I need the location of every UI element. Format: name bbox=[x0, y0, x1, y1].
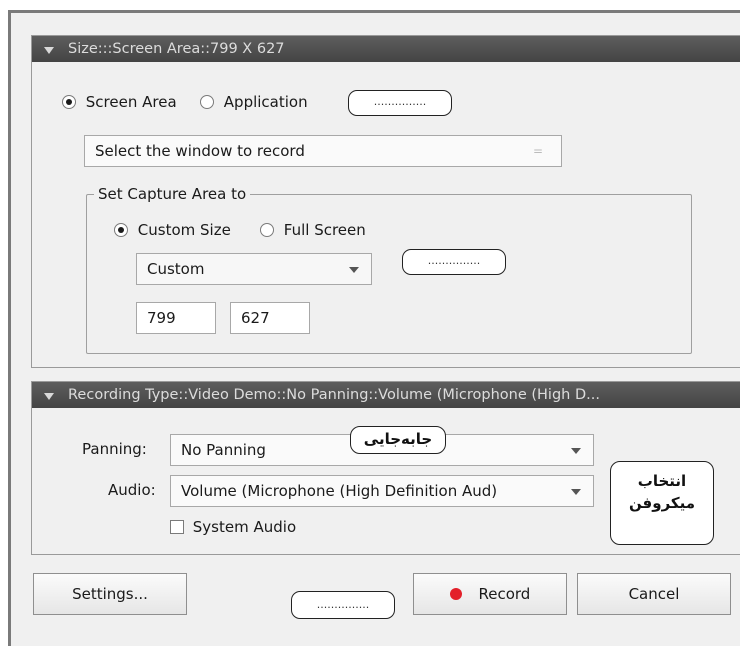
system-audio-checkbox[interactable]: System Audio bbox=[170, 518, 296, 536]
radio-unchecked-icon[interactable] bbox=[200, 95, 214, 109]
system-audio-label: System Audio bbox=[192, 518, 297, 536]
mic-note-line2: میکروفن bbox=[628, 494, 696, 512]
audio-select-value: Volume (Microphone (High Definition Aud) bbox=[181, 482, 498, 500]
record-dot-icon bbox=[449, 588, 462, 600]
radio-custom-size[interactable]: Custom Size bbox=[114, 221, 231, 239]
size-panel-title: Size:::Screen Area::799 X 627 bbox=[68, 41, 285, 57]
size-panel-header[interactable]: Size:::Screen Area::799 X 627 bbox=[32, 36, 740, 62]
audio-label: Audio: bbox=[108, 481, 156, 499]
chevron-down-icon[interactable] bbox=[571, 489, 581, 495]
annotation-placeholder-3: ............... bbox=[291, 591, 395, 619]
recording-panel-title: Recording Type::Video Demo::No Panning::… bbox=[68, 387, 600, 403]
microphone-annotation: انتخاب میکروفن bbox=[610, 461, 714, 545]
settings-button[interactable]: Settings... bbox=[33, 573, 187, 615]
radio-checked-icon[interactable] bbox=[114, 223, 128, 237]
collapse-triangle-icon[interactable] bbox=[44, 393, 54, 400]
radio-screen-area[interactable]: Screen Area bbox=[62, 93, 177, 111]
width-input[interactable]: 799 bbox=[136, 302, 216, 334]
radio-full-screen-label: Full Screen bbox=[283, 221, 366, 239]
recording-panel: Recording Type::Video Demo::No Panning::… bbox=[31, 381, 740, 555]
recording-panel-header[interactable]: Recording Type::Video Demo::No Panning::… bbox=[32, 382, 740, 408]
window-select-dropdown-icon[interactable]: = bbox=[533, 145, 547, 157]
record-button[interactable]: Record bbox=[413, 573, 567, 615]
size-preset-select[interactable]: Custom bbox=[136, 253, 372, 285]
radio-application-label: Application bbox=[223, 93, 308, 111]
chevron-down-icon[interactable] bbox=[571, 448, 581, 454]
window-select[interactable]: Select the window to record = bbox=[84, 135, 562, 167]
radio-checked-icon[interactable] bbox=[62, 95, 76, 109]
checkbox-unchecked-icon[interactable] bbox=[170, 520, 184, 534]
radio-unchecked-icon[interactable] bbox=[260, 223, 274, 237]
chevron-down-icon[interactable] bbox=[349, 267, 359, 273]
record-label: Record bbox=[478, 585, 531, 603]
capture-area-legend: Set Capture Area to bbox=[94, 185, 251, 203]
recording-dialog: Size:::Screen Area::799 X 627 Screen Are… bbox=[8, 10, 740, 646]
panning-label: Panning: bbox=[82, 440, 147, 458]
annotation-placeholder-2: ............... bbox=[402, 249, 506, 275]
mic-note-line1: انتخاب bbox=[637, 472, 687, 490]
panning-annotation: جابه‌جایی bbox=[350, 426, 446, 454]
collapse-triangle-icon[interactable] bbox=[44, 47, 54, 54]
panning-select-value: No Panning bbox=[181, 441, 266, 459]
audio-select[interactable]: Volume (Microphone (High Definition Aud) bbox=[170, 475, 594, 507]
radio-full-screen[interactable]: Full Screen bbox=[260, 221, 366, 239]
size-preset-value: Custom bbox=[147, 260, 205, 278]
cancel-button[interactable]: Cancel bbox=[577, 573, 731, 615]
radio-custom-size-label: Custom Size bbox=[137, 221, 231, 239]
radio-screen-area-label: Screen Area bbox=[85, 93, 177, 111]
size-panel: Size:::Screen Area::799 X 627 Screen Are… bbox=[31, 35, 740, 368]
height-input[interactable]: 627 bbox=[230, 302, 310, 334]
radio-application[interactable]: Application bbox=[200, 93, 308, 111]
window-select-value: Select the window to record bbox=[95, 142, 305, 160]
annotation-placeholder-1: ............... bbox=[348, 90, 452, 116]
